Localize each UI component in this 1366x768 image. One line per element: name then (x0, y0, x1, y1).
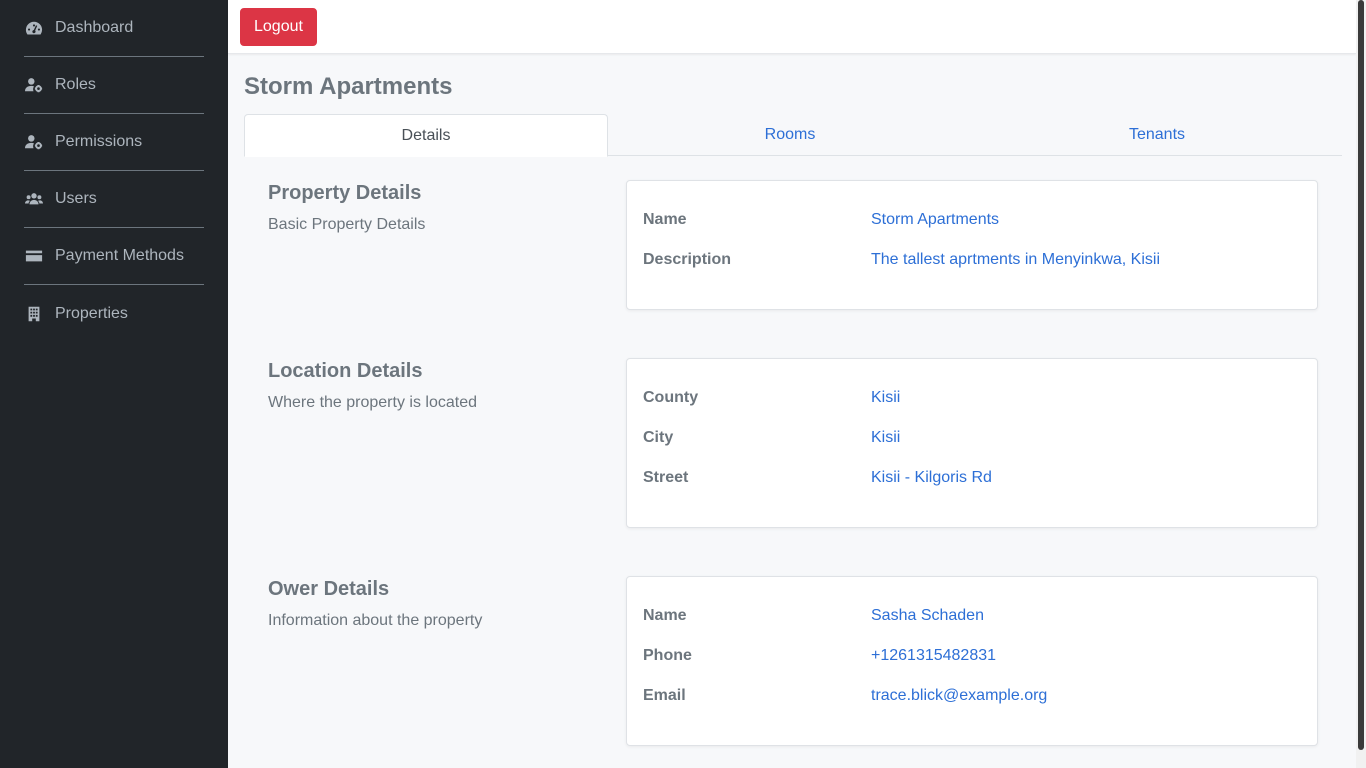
section-title: Property Details (268, 182, 422, 204)
section-title: Location Details (268, 360, 423, 382)
detail-label: Description (643, 251, 732, 268)
detail-value: Kisii - Kilgoris Rd (871, 469, 992, 486)
credit-card-icon (24, 247, 44, 265)
scrollbar[interactable] (1356, 0, 1366, 768)
section-subtitle: Where the property is located (268, 394, 477, 411)
sidebar-item-label: Permissions (55, 133, 143, 150)
building-icon (24, 305, 44, 323)
sidebar-item-permissions[interactable]: Permissions (24, 114, 204, 171)
detail-row: Street Kisii - Kilgoris Rd (643, 469, 1301, 509)
tab-tenants[interactable]: Tenants (972, 114, 1342, 156)
detail-value: The tallest aprtments in Menyinkwa, Kisi… (871, 251, 1160, 268)
sidebar-item-label: Users (55, 190, 97, 207)
tab-bar: Details Rooms Tenants (244, 114, 1342, 157)
detail-value: trace.blick@example.org (871, 687, 1048, 704)
detail-label: Street (643, 469, 689, 486)
detail-row: Phone +1261315482831 (643, 647, 1301, 687)
sidebar-item-dashboard[interactable]: Dashboard (24, 0, 204, 57)
sidebar-item-label: Roles (55, 76, 96, 93)
user-gear-icon (24, 76, 44, 94)
detail-label: Phone (643, 647, 692, 664)
sidebar-item-users[interactable]: Users (24, 171, 204, 228)
detail-value: Sasha Schaden (871, 607, 984, 624)
detail-value: Storm Apartments (871, 211, 1000, 228)
property-details-card: Name Storm Apartments Description The ta… (626, 180, 1318, 310)
tab-rooms[interactable]: Rooms (608, 114, 972, 156)
sidebar-item-label: Dashboard (55, 19, 134, 36)
section-subtitle: Basic Property Details (268, 216, 426, 233)
detail-value: +1261315482831 (871, 647, 997, 664)
sidebar-item-label: Payment Methods (55, 247, 184, 264)
scrollbar-thumb[interactable] (1358, 0, 1364, 750)
tab-details[interactable]: Details (244, 114, 608, 157)
detail-label: Name (643, 607, 687, 624)
detail-value: Kisii (871, 429, 901, 446)
sidebar-item-payment-methods[interactable]: Payment Methods (24, 228, 204, 285)
main-content: Storm Apartments Details Rooms Tenants (244, 54, 1342, 157)
sidebar-item-properties[interactable]: Properties (24, 285, 204, 342)
detail-row: Description The tallest aprtments in Men… (643, 251, 1301, 291)
topbar: Logout (228, 0, 1356, 54)
detail-row: County Kisii (643, 389, 1301, 429)
detail-value: Kisii (871, 389, 901, 406)
sidebar-item-roles[interactable]: Roles (24, 57, 204, 114)
location-details-card: County Kisii City Kisii Street Kisii - K… (626, 358, 1318, 528)
user-gear-icon (24, 133, 44, 151)
detail-row: Email trace.blick@example.org (643, 687, 1301, 727)
detail-label: City (643, 429, 674, 446)
users-icon (24, 190, 44, 208)
dashboard-icon (24, 19, 44, 37)
detail-label: County (643, 389, 699, 406)
section-subtitle: Information about the property (268, 612, 483, 629)
sidebar: Dashboard Roles Permissions Users Paymen… (0, 0, 228, 768)
detail-row: Name Sasha Schaden (643, 607, 1301, 647)
detail-label: Name (643, 211, 687, 228)
detail-row: City Kisii (643, 429, 1301, 469)
logout-button[interactable]: Logout (240, 8, 317, 46)
page-title: Storm Apartments (244, 73, 453, 100)
section-title: Ower Details (268, 578, 390, 600)
detail-label: Email (643, 687, 686, 704)
owner-details-card: Name Sasha Schaden Phone +1261315482831 … (626, 576, 1318, 746)
detail-row: Name Storm Apartments (643, 211, 1301, 251)
sidebar-item-label: Properties (55, 304, 128, 322)
